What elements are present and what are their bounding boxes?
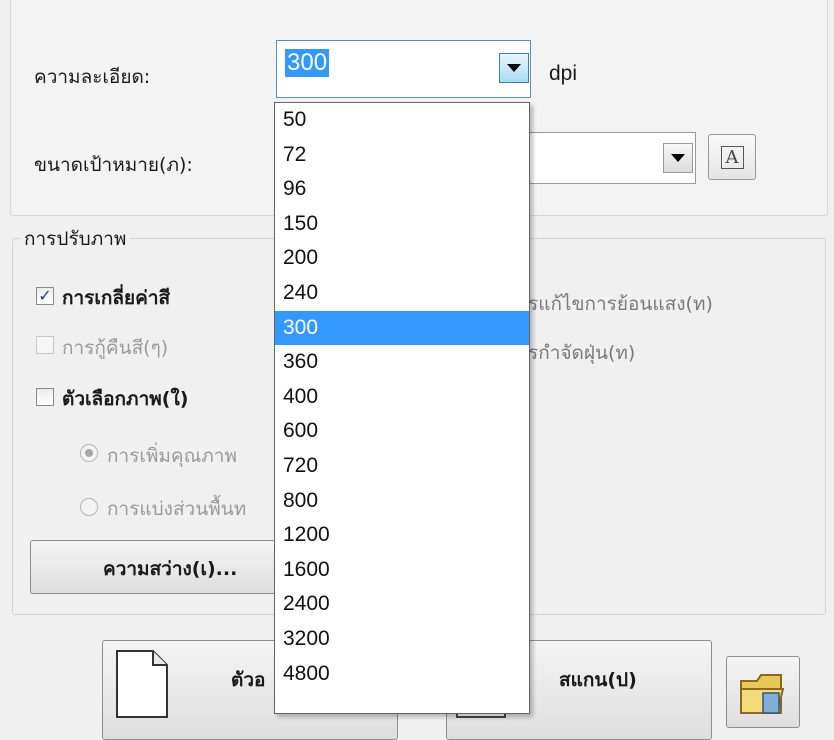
resolution-option[interactable]: 400 (275, 380, 529, 415)
resolution-value[interactable]: 300 (285, 49, 330, 77)
enhance-radio-label: การเพิ่มคุณภาพ (107, 445, 237, 467)
resolution-option[interactable]: 3200 (275, 622, 529, 657)
save-folder-button[interactable] (726, 656, 800, 728)
enhance-radio[interactable] (80, 444, 98, 462)
checkmark-icon: ✓ (38, 286, 52, 305)
resolution-option[interactable]: 720 (275, 449, 529, 484)
segment-radio-label: การแบ่งส่วนพื้นท (107, 498, 247, 520)
preview-button-label: ตัวอ (231, 669, 266, 691)
brightness-button[interactable]: ความสว่าง(เ)... (30, 540, 288, 594)
resolution-options-list[interactable]: 50 72 96 150 200 240 300 360 400 600 720… (274, 102, 530, 714)
color-smoothing-label: การเกลี่ยค่าสี (62, 287, 171, 309)
resolution-option[interactable]: 2400 (275, 587, 529, 622)
font-settings-button[interactable]: A (708, 134, 756, 180)
resolution-dropdown-button[interactable] (499, 53, 529, 83)
brightness-button-label: ความสว่าง(เ)... (103, 558, 238, 580)
resolution-option[interactable]: 600 (275, 414, 529, 449)
image-options-label: ตัวเลือกภาพ(ใ) (62, 388, 189, 410)
document-icon (116, 650, 168, 718)
backlight-fix-label[interactable]: รแก้ไขการย้อนแสง(ท) (528, 289, 713, 319)
resolution-option[interactable]: 200 (275, 241, 529, 276)
target-size-dropdown-button[interactable] (663, 143, 693, 173)
resolution-option[interactable]: 96 (275, 172, 529, 207)
folder-icon (740, 674, 785, 714)
segment-radio[interactable] (80, 498, 98, 516)
resolution-option[interactable]: 72 (275, 138, 529, 173)
font-icon: A (720, 145, 744, 169)
resolution-option-selected[interactable]: 300 (275, 310, 529, 346)
resolution-option[interactable]: 240 (275, 276, 529, 311)
dpi-unit: dpi (549, 62, 578, 85)
resolution-option[interactable]: 150 (275, 207, 529, 242)
target-size-label: ขนาดเป้าหมาย(ภ): (34, 154, 193, 176)
radio-dot-icon (85, 449, 93, 457)
resolution-option[interactable]: 4800 (275, 657, 529, 692)
chevron-down-icon (507, 64, 521, 72)
color-restore-label: การกู้คืนสี(ๆ) (62, 337, 169, 359)
chevron-down-icon (671, 154, 685, 162)
resolution-option[interactable]: 1200 (275, 518, 529, 553)
scan-button-label: สแกน(ป) (559, 669, 637, 691)
color-smoothing-checkbox[interactable]: ✓ (36, 287, 54, 305)
resolution-combobox[interactable]: 300 (276, 40, 531, 98)
image-adjustments-title: การปรับภาพ (20, 224, 131, 254)
color-restore-checkbox[interactable] (36, 336, 54, 354)
resolution-option[interactable]: 1600 (275, 553, 529, 588)
resolution-option[interactable]: 50 (275, 103, 529, 138)
resolution-option[interactable]: 800 (275, 484, 529, 519)
resolution-label: ความละเอียด: (34, 66, 151, 88)
dust-removal-label[interactable]: รกำจัดฝุ่น(ท) (528, 338, 635, 368)
image-options-checkbox[interactable] (36, 388, 54, 406)
resolution-option[interactable]: 360 (275, 345, 529, 380)
